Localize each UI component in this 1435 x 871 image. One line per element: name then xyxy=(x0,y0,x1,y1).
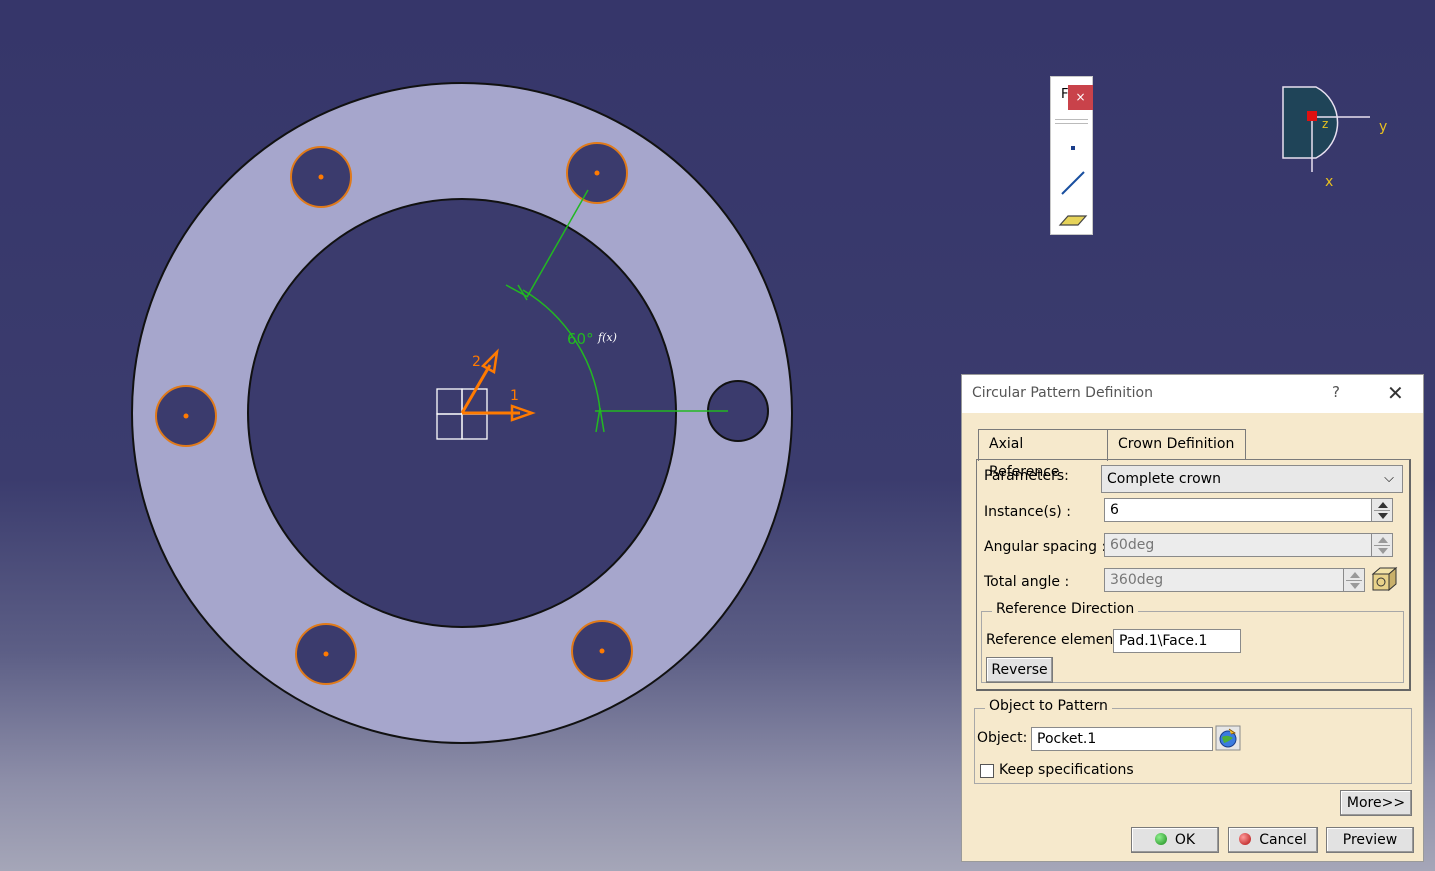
ok-label: OK xyxy=(1174,832,1196,848)
plane-icon[interactable] xyxy=(1058,215,1088,226)
help-button[interactable]: ? xyxy=(1332,383,1340,401)
object-to-pattern-legend: Object to Pattern xyxy=(985,698,1112,714)
object-label: Object: xyxy=(977,730,1028,746)
total-angle-spinner xyxy=(1343,568,1365,592)
tab-crown-definition[interactable]: Crown Definition xyxy=(1108,429,1246,459)
compass-y-label: y xyxy=(1379,119,1387,135)
compass-x-label: x xyxy=(1325,174,1333,190)
object-to-pattern-group: Object to Pattern Object: Pocket.1 Keep … xyxy=(974,698,1412,784)
ok-status-icon xyxy=(1154,833,1167,845)
formula-icon[interactable]: f(x) xyxy=(597,331,617,344)
more-button[interactable]: More>> xyxy=(1340,790,1412,816)
parameters-select[interactable]: Complete crown ⌵ xyxy=(1101,465,1403,493)
point-icon[interactable] xyxy=(1071,146,1075,150)
cancel-label: Cancel xyxy=(1259,832,1307,848)
axis-label-2: 2 xyxy=(472,354,481,370)
angular-spacing-spinner xyxy=(1371,533,1393,557)
axial-reference-panel: Parameters: Complete crown ⌵ Instance(s)… xyxy=(976,459,1411,691)
reference-element-field[interactable]: Pad.1\Face.1 xyxy=(1113,629,1241,653)
object-field[interactable]: Pocket.1 xyxy=(1031,727,1213,751)
total-angle-label: Total angle : xyxy=(984,574,1070,590)
keep-specifications-label: Keep specifications xyxy=(999,762,1134,778)
dialog-close-button[interactable]: ✕ xyxy=(1387,381,1404,405)
cancel-status-icon xyxy=(1239,833,1252,845)
tab-axial-reference[interactable]: Axial Reference xyxy=(978,429,1108,480)
axis-label-1: 1 xyxy=(510,388,519,404)
total-angle-input: 360deg xyxy=(1104,568,1344,592)
pattern-instance-hole[interactable] xyxy=(295,623,357,685)
instances-spinner[interactable] xyxy=(1371,498,1393,522)
angular-spacing-input: 60deg xyxy=(1104,533,1372,557)
reference-elements-toolbar[interactable]: F × xyxy=(1050,76,1093,235)
instances-input[interactable]: 6 xyxy=(1104,498,1372,522)
circular-pattern-dialog[interactable]: Circular Pattern Definition ? ✕ Axial Re… xyxy=(961,374,1424,862)
parameters-value: Complete crown xyxy=(1107,471,1221,487)
pattern-instance-hole[interactable] xyxy=(571,620,633,682)
ok-button[interactable]: OK xyxy=(1131,827,1219,853)
preview-button[interactable]: Preview xyxy=(1326,827,1414,853)
cancel-button[interactable]: Cancel xyxy=(1228,827,1318,853)
pattern-instance-hole[interactable] xyxy=(155,385,217,447)
selection-globe-icon[interactable] xyxy=(1215,725,1241,751)
formula-editor-icon[interactable] xyxy=(1370,566,1400,594)
reference-element-label: Reference element: xyxy=(986,632,1124,648)
angle-label: 60° xyxy=(567,330,594,348)
chevron-down-icon: ⌵ xyxy=(1384,471,1394,486)
angular-spacing-label: Angular spacing : xyxy=(984,539,1107,555)
line-icon[interactable] xyxy=(1061,171,1085,195)
reference-direction-legend: Reference Direction xyxy=(992,601,1139,617)
pattern-instance-hole[interactable] xyxy=(290,146,352,208)
parameters-label: Parameters: xyxy=(984,468,1069,484)
pattern-instance-hole[interactable] xyxy=(566,142,628,204)
reverse-button[interactable]: Reverse xyxy=(986,657,1053,683)
dialog-titlebar[interactable]: Circular Pattern Definition ? ✕ xyxy=(962,375,1423,413)
keep-specifications-checkbox[interactable] xyxy=(980,764,994,778)
reference-direction-group: Reference Direction Reference element: P… xyxy=(981,601,1404,683)
compass-z-label: z xyxy=(1322,117,1328,131)
instances-label: Instance(s) : xyxy=(984,504,1071,520)
dialog-title: Circular Pattern Definition xyxy=(972,385,1153,401)
